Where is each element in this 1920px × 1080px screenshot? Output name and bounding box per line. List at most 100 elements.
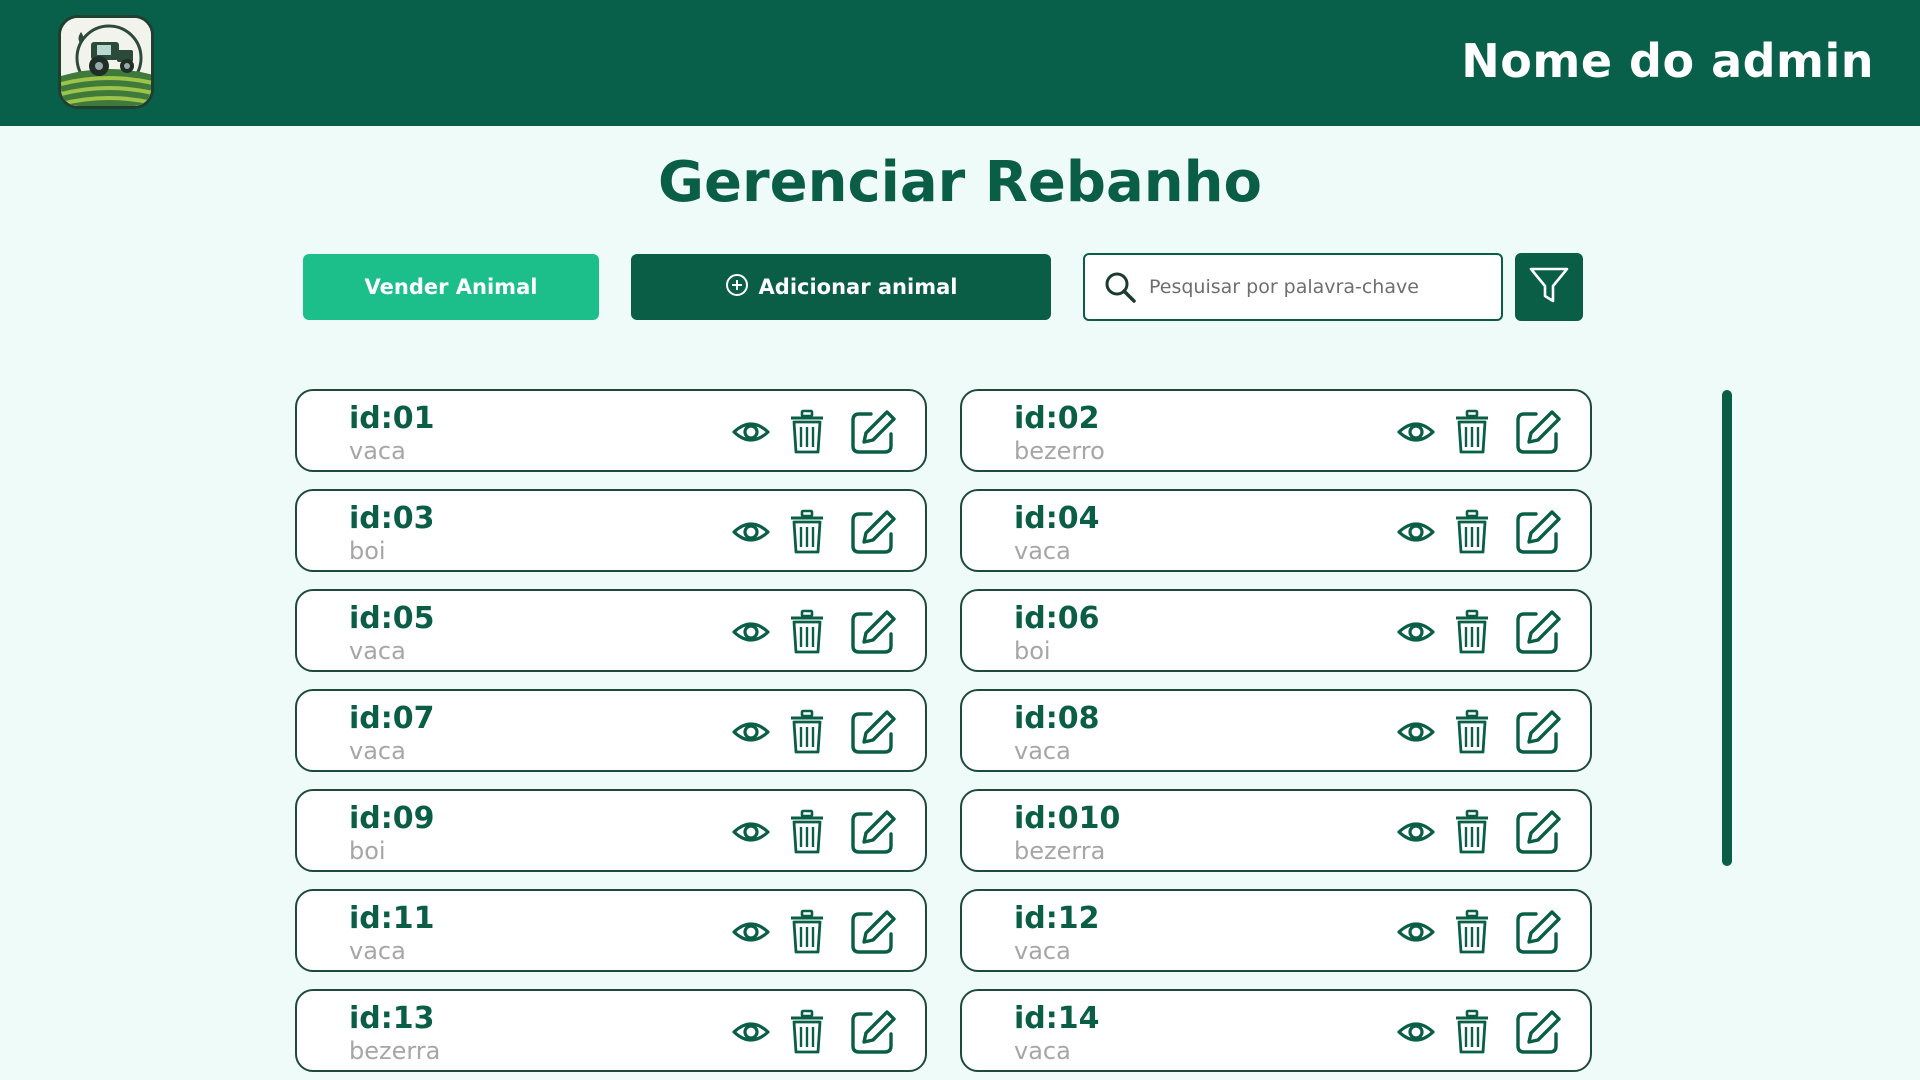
- trash-icon[interactable]: [1452, 609, 1492, 655]
- animal-kind: boi: [349, 537, 386, 565]
- animal-kind: vaca: [349, 937, 406, 965]
- card-actions: [1396, 1007, 1562, 1057]
- trash-icon[interactable]: [787, 809, 827, 855]
- card-actions: [731, 607, 897, 657]
- animal-kind: vaca: [1014, 537, 1071, 565]
- card-actions: [1396, 907, 1562, 957]
- farm-tractor-logo-icon[interactable]: [58, 15, 154, 109]
- animal-card: id:14 vaca: [960, 989, 1592, 1072]
- edit-icon[interactable]: [1514, 808, 1562, 856]
- animal-kind: bezerro: [1014, 437, 1105, 465]
- add-animal-button[interactable]: Adicionar animal: [631, 254, 1051, 320]
- eye-icon[interactable]: [1396, 1012, 1436, 1052]
- trash-icon[interactable]: [787, 709, 827, 755]
- animal-card: id:08 vaca: [960, 689, 1592, 772]
- search-icon: [1103, 270, 1137, 304]
- animal-card: id:11 vaca: [295, 889, 927, 972]
- search-box: [1083, 253, 1503, 321]
- animal-card: id:12 vaca: [960, 889, 1592, 972]
- animal-id: id:04: [1014, 501, 1100, 536]
- eye-icon[interactable]: [1396, 512, 1436, 552]
- animal-card: id:05 vaca: [295, 589, 927, 672]
- animal-kind: bezerra: [349, 1037, 441, 1065]
- sell-animal-label: Vender Animal: [364, 275, 538, 299]
- edit-icon[interactable]: [849, 808, 897, 856]
- card-actions: [731, 507, 897, 557]
- trash-icon[interactable]: [1452, 509, 1492, 555]
- animal-id: id:13: [349, 1001, 435, 1036]
- trash-icon[interactable]: [1452, 809, 1492, 855]
- animal-id: id:05: [349, 601, 435, 636]
- animal-card: id:03 boi: [295, 489, 927, 572]
- animal-id: id:07: [349, 701, 435, 736]
- animal-kind: vaca: [349, 737, 406, 765]
- trash-icon[interactable]: [1452, 409, 1492, 455]
- page-title: Gerenciar Rebanho: [658, 150, 1262, 215]
- animal-kind: vaca: [1014, 737, 1071, 765]
- animal-id: id:01: [349, 401, 435, 436]
- eye-icon[interactable]: [731, 812, 771, 852]
- eye-icon[interactable]: [1396, 412, 1436, 452]
- edit-icon[interactable]: [849, 408, 897, 456]
- card-actions: [731, 907, 897, 957]
- animal-kind: boi: [1014, 637, 1051, 665]
- edit-icon[interactable]: [849, 608, 897, 656]
- eye-icon[interactable]: [731, 412, 771, 452]
- edit-icon[interactable]: [849, 508, 897, 556]
- top-bar: Nome do admin: [0, 0, 1920, 126]
- trash-icon[interactable]: [787, 409, 827, 455]
- filter-icon: [1527, 263, 1571, 311]
- animal-card: id:07 vaca: [295, 689, 927, 772]
- edit-icon[interactable]: [849, 908, 897, 956]
- scrollbar[interactable]: [1722, 390, 1732, 866]
- animal-id: id:03: [349, 501, 435, 536]
- admin-name: Nome do admin: [1461, 34, 1874, 88]
- trash-icon[interactable]: [1452, 1009, 1492, 1055]
- eye-icon[interactable]: [731, 1012, 771, 1052]
- animal-kind: vaca: [349, 637, 406, 665]
- animal-id: id:11: [349, 901, 435, 936]
- trash-icon[interactable]: [1452, 709, 1492, 755]
- eye-icon[interactable]: [1396, 812, 1436, 852]
- edit-icon[interactable]: [1514, 1008, 1562, 1056]
- edit-icon[interactable]: [1514, 608, 1562, 656]
- trash-icon[interactable]: [787, 1009, 827, 1055]
- eye-icon[interactable]: [731, 712, 771, 752]
- card-actions: [1396, 707, 1562, 757]
- animal-card: id:06 boi: [960, 589, 1592, 672]
- edit-icon[interactable]: [1514, 708, 1562, 756]
- edit-icon[interactable]: [849, 1008, 897, 1056]
- edit-icon[interactable]: [1514, 508, 1562, 556]
- animal-id: id:09: [349, 801, 435, 836]
- animal-card: id:010 bezerra: [960, 789, 1592, 872]
- animal-id: id:02: [1014, 401, 1100, 436]
- animal-kind: vaca: [1014, 1037, 1071, 1065]
- eye-icon[interactable]: [1396, 712, 1436, 752]
- trash-icon[interactable]: [787, 909, 827, 955]
- edit-icon[interactable]: [1514, 908, 1562, 956]
- eye-icon[interactable]: [731, 512, 771, 552]
- trash-icon[interactable]: [1452, 909, 1492, 955]
- eye-icon[interactable]: [1396, 912, 1436, 952]
- card-actions: [731, 1007, 897, 1057]
- filter-button[interactable]: [1515, 253, 1583, 321]
- card-actions: [1396, 607, 1562, 657]
- trash-icon[interactable]: [787, 509, 827, 555]
- eye-icon[interactable]: [1396, 612, 1436, 652]
- card-actions: [1396, 507, 1562, 557]
- eye-icon[interactable]: [731, 912, 771, 952]
- trash-icon[interactable]: [787, 609, 827, 655]
- card-actions: [1396, 407, 1562, 457]
- card-actions: [731, 407, 897, 457]
- sell-animal-button[interactable]: Vender Animal: [303, 254, 599, 320]
- animal-card: id:09 boi: [295, 789, 927, 872]
- add-animal-label: Adicionar animal: [758, 275, 958, 299]
- eye-icon[interactable]: [731, 612, 771, 652]
- animal-kind: boi: [349, 837, 386, 865]
- animal-card: id:01 vaca: [295, 389, 927, 472]
- animal-kind: vaca: [1014, 937, 1071, 965]
- plus-circle-icon: [725, 273, 749, 302]
- search-input[interactable]: [1149, 276, 1489, 298]
- edit-icon[interactable]: [1514, 408, 1562, 456]
- edit-icon[interactable]: [849, 708, 897, 756]
